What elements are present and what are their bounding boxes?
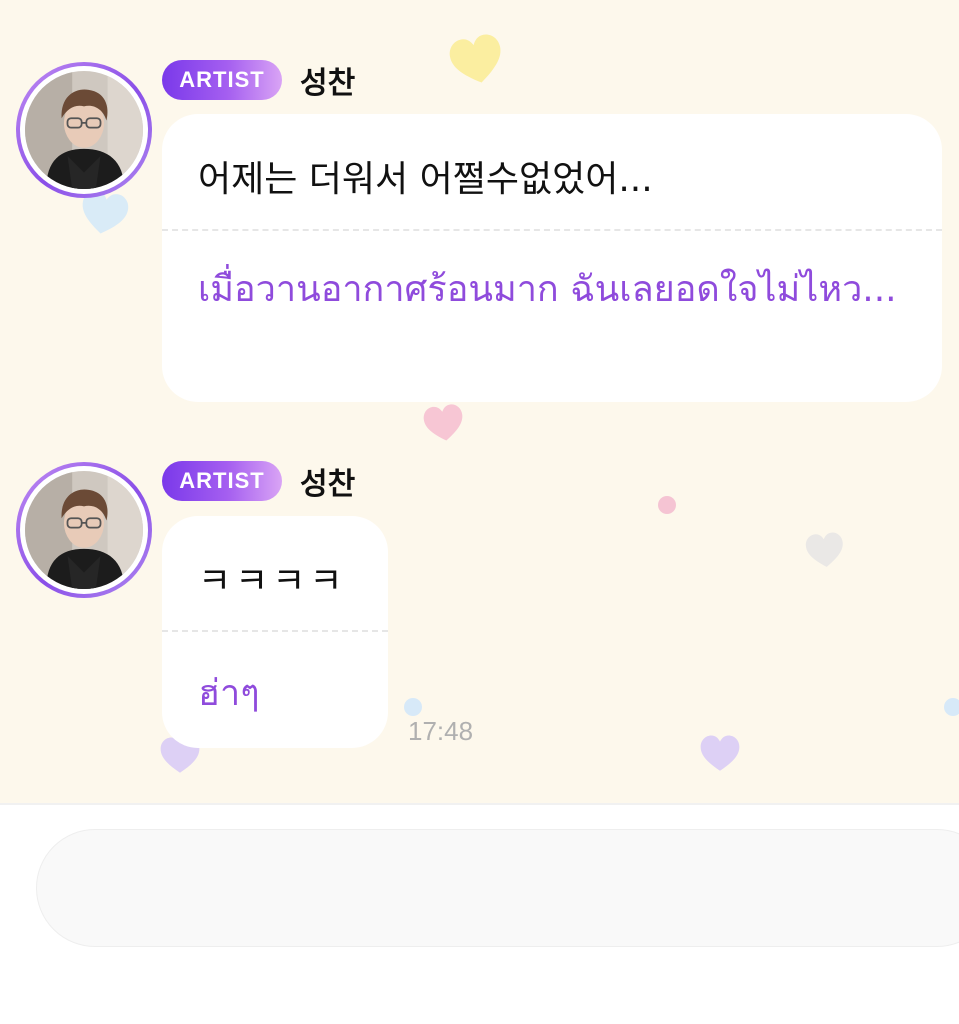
message-input[interactable] <box>36 829 959 947</box>
sender-name[interactable]: 성찬 <box>300 459 355 503</box>
message-timestamp: 17:48 <box>408 716 474 746</box>
message-bubble[interactable]: 어제는 더워서 어쩔수없었어... เมื่อวานอากาศร้อนมาก ฉ… <box>162 114 942 402</box>
heart-icon <box>449 34 501 83</box>
original-text: 어제는 더워서 어쩔수없었어... <box>198 159 653 200</box>
avatar-photo <box>25 471 143 589</box>
message-header: ARTIST 성찬 <box>162 58 355 102</box>
translated-text: เมื่อวานอากาศร้อนมาก ฉันเลยอดใจไม่ไหว... <box>198 269 897 310</box>
decor-dot <box>658 496 676 514</box>
decor-dot <box>404 698 422 716</box>
bubble-divider <box>162 630 388 632</box>
composer-bar <box>0 805 959 1024</box>
artist-badge: ARTIST <box>162 60 282 100</box>
chat-area: ARTIST 성찬 어제는 더워서 어쩔수없었어... เมื่อวานอากา… <box>0 0 959 803</box>
avatar[interactable] <box>16 62 152 198</box>
avatar-photo <box>25 71 143 189</box>
avatar[interactable] <box>16 462 152 598</box>
heart-icon <box>805 532 843 567</box>
message-bubble[interactable]: ㅋㅋㅋㅋ ฮ่าๆ <box>162 516 388 748</box>
decor-dot <box>944 698 959 716</box>
heart-icon <box>700 735 740 771</box>
original-text: ㅋㅋㅋㅋ <box>198 561 347 602</box>
bubble-divider <box>162 229 942 231</box>
heart-icon <box>423 404 463 441</box>
message-header: ARTIST 성찬 <box>162 459 355 503</box>
sender-name[interactable]: 성찬 <box>300 58 355 102</box>
translated-text: ฮ่าๆ <box>198 673 260 714</box>
artist-badge: ARTIST <box>162 461 282 501</box>
